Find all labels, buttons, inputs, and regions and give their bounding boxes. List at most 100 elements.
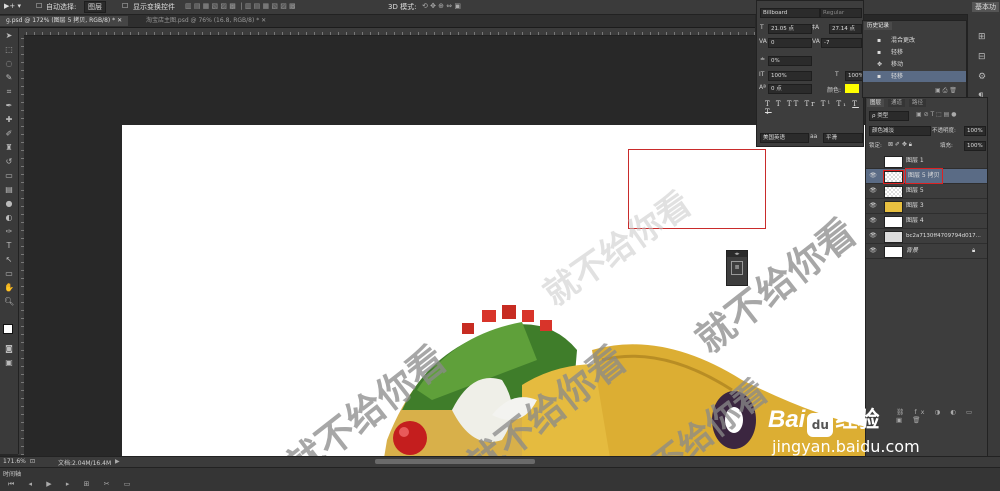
blur-tool-icon[interactable]: ● bbox=[4, 199, 14, 209]
screen-mode-icon[interactable]: ▣ bbox=[4, 358, 14, 368]
vertical-scale-field[interactable]: 100% bbox=[768, 71, 812, 81]
layer-row-selected[interactable]: 👁︎ 图层 5 拷贝 bbox=[866, 168, 987, 184]
timeline-controls[interactable]: ⏮ ◂ ▶ ▸ ⊞ ✂ ▭ bbox=[8, 480, 136, 489]
panel-icon[interactable]: ⊟ bbox=[978, 52, 986, 62]
floating-mini-panel[interactable]: ◂▸ ≣ bbox=[726, 250, 748, 286]
eye-icon[interactable]: 👁︎ bbox=[869, 172, 877, 180]
fill-field[interactable]: 100% bbox=[964, 141, 986, 151]
document-info: 文档:2.04M/16.4M bbox=[58, 460, 112, 467]
eye-icon[interactable]: 👁︎ bbox=[869, 187, 877, 195]
lasso-tool-icon[interactable]: ◌ bbox=[4, 59, 14, 69]
align-icons[interactable]: ▥ ▤ ▦ ▧ ▨ ▩ | ▥ ▤ ▦ ▧ ▨ ▩ bbox=[185, 2, 296, 10]
tab-layers[interactable]: 图层 bbox=[867, 99, 885, 107]
kerning-field[interactable]: 0 bbox=[768, 38, 812, 48]
workspace-switcher[interactable]: 基本功 bbox=[972, 2, 999, 12]
status-menu-icon[interactable]: ⊡ bbox=[30, 458, 35, 465]
layer-row[interactable]: 👁︎ 图层 3 bbox=[866, 199, 987, 214]
strikethrough-button[interactable]: T bbox=[765, 108, 772, 116]
text-style-icon[interactable]: ≣ bbox=[731, 261, 743, 275]
layer-list: 图层 1 👁︎ 图层 5 拷贝 👁︎ 图层 5 👁︎ 图层 3 👁︎ 图层 4 … bbox=[866, 154, 987, 264]
brush-tool-icon[interactable]: ✐ bbox=[4, 129, 14, 139]
baseline-shift-field[interactable]: 0 点 bbox=[768, 84, 812, 94]
move-tool-icon[interactable]: ▶+ ▾ bbox=[4, 2, 21, 10]
tab-label: ɡ.psd @ 172% (图层 5 拷贝, RGB/8) * bbox=[6, 17, 116, 24]
history-actions[interactable]: ▣ ⎙ 🗑︎ bbox=[935, 87, 957, 95]
faux-italic-button[interactable]: T bbox=[776, 100, 783, 108]
canvas-area[interactable]: 就不给你看 就不给你看 就不给你看 就不给你看 就不给你看 ◂▸ ≣ bbox=[25, 36, 865, 456]
panel-icon[interactable]: ⊞ bbox=[978, 32, 986, 42]
status-arrow-icon[interactable]: ▶ bbox=[115, 458, 120, 465]
blend-mode-dropdown[interactable]: 颜色减淡 bbox=[869, 126, 931, 136]
underline-button[interactable]: T bbox=[852, 100, 859, 108]
layer-row[interactable]: 👁︎ 背景 🔒︎ bbox=[866, 244, 987, 259]
layer-filter-dropdown[interactable]: ρ 类型 bbox=[869, 111, 909, 121]
type-tool-icon[interactable]: T bbox=[4, 241, 14, 251]
layer-filter-icons[interactable]: ▣ ⊘ T ⬚ ▤ ● bbox=[916, 111, 956, 118]
superscript-button[interactable]: T¹ bbox=[821, 100, 832, 108]
tracking-field[interactable]: -7 bbox=[821, 38, 862, 48]
zoom-level[interactable]: 171.6% bbox=[3, 458, 26, 465]
collapse-icon[interactable]: ◂▸ bbox=[727, 251, 747, 257]
tab-document-2[interactable]: 淘宝店主图.psd @ 76% (16.8, RGB/8) * ✕ bbox=[140, 16, 272, 26]
language-dropdown[interactable]: 美国英语 bbox=[760, 133, 809, 143]
quick-mask-icon[interactable]: ◙ bbox=[4, 344, 14, 354]
show-transform-checkbox[interactable]: ☐ bbox=[122, 2, 128, 10]
quick-select-tool-icon[interactable]: ✎ bbox=[4, 73, 14, 83]
eye-icon[interactable]: 👁︎ bbox=[869, 247, 877, 255]
small-caps-button[interactable]: Tr bbox=[805, 100, 817, 108]
font-style-dropdown[interactable]: Regular bbox=[820, 8, 862, 18]
history-item-current[interactable]: ▪ 轻移 bbox=[863, 71, 966, 82]
history-item[interactable]: ▪ 轻移 bbox=[863, 47, 963, 58]
marquee-tool-icon[interactable]: ⬚ bbox=[4, 45, 14, 55]
panel-icon[interactable]: ⚙ bbox=[978, 72, 986, 82]
zoom-tool-icon[interactable]: 🔍︎ bbox=[4, 297, 14, 307]
path-select-icon[interactable]: ↖ bbox=[4, 255, 14, 265]
document-canvas[interactable]: 就不给你看 就不给你看 就不给你看 就不给你看 就不给你看 bbox=[122, 125, 865, 456]
history-brush-icon[interactable]: ↺ bbox=[4, 157, 14, 167]
lock-icons[interactable]: ⊠ ✐ ✥ 🔒︎ bbox=[888, 141, 912, 149]
subscript-button[interactable]: T₁ bbox=[836, 100, 847, 108]
font-family-dropdown[interactable]: Billboard bbox=[760, 8, 820, 18]
antialias-dropdown[interactable]: 平滑 bbox=[823, 133, 863, 143]
gradient-tool-icon[interactable]: ▤ bbox=[4, 185, 14, 195]
style-buttons[interactable]: T T TT Tr T¹ T₁ T T bbox=[765, 100, 860, 116]
auto-select-checkbox[interactable]: ☐ bbox=[36, 2, 42, 10]
text-color-swatch[interactable] bbox=[845, 84, 859, 93]
eye-icon[interactable]: 👁︎ bbox=[869, 217, 877, 225]
layer-row[interactable]: 图层 1 bbox=[866, 154, 987, 169]
mode-3d-icons[interactable]: ⟲ ✥ ⊕ ⇔ ▣ bbox=[422, 2, 461, 10]
opacity-field[interactable]: 100% bbox=[964, 126, 986, 136]
history-item[interactable]: ✥ 移动 bbox=[863, 59, 963, 70]
tab-paths[interactable]: 路径 bbox=[909, 99, 927, 107]
visibility-toggle-empty[interactable] bbox=[869, 157, 877, 165]
faux-bold-button[interactable]: T bbox=[765, 100, 772, 108]
all-caps-button[interactable]: TT bbox=[787, 100, 800, 108]
crop-tool-icon[interactable]: ⌗ bbox=[4, 87, 14, 97]
eye-icon[interactable]: 👁︎ bbox=[869, 202, 877, 210]
layer-row[interactable]: 👁︎ bc2a7130ff4709794d017... bbox=[866, 229, 987, 244]
horizontal-scrollbar[interactable] bbox=[375, 459, 535, 464]
horizontal-scale-field[interactable]: 100% bbox=[845, 71, 864, 81]
leading-field[interactable]: 27.14 点 bbox=[829, 24, 862, 34]
pen-tool-icon[interactable]: ✑ bbox=[4, 227, 14, 237]
tsume-field[interactable]: 0% bbox=[768, 56, 812, 66]
eyedropper-tool-icon[interactable]: ✒ bbox=[4, 101, 14, 111]
history-item[interactable]: ▪ 混合更改 bbox=[863, 35, 963, 46]
font-size-field[interactable]: 21.05 点 bbox=[768, 24, 812, 34]
eye-icon[interactable]: 👁︎ bbox=[869, 232, 877, 240]
auto-select-dropdown[interactable]: 图层 bbox=[84, 1, 106, 13]
tools-panel: ➤ ⬚ ◌ ✎ ⌗ ✒ ✚ ✐ ♜ ↺ ▭ ▤ ● ◐ ✑ T ↖ ▭ ✋ 🔍︎… bbox=[0, 28, 19, 454]
eraser-tool-icon[interactable]: ▭ bbox=[4, 171, 14, 181]
hand-tool-icon[interactable]: ✋ bbox=[4, 283, 14, 293]
tab-document-1[interactable]: ɡ.psd @ 172% (图层 5 拷贝, RGB/8) * ✕ bbox=[0, 16, 129, 26]
layer-row[interactable]: 👁︎ 图层 4 bbox=[866, 214, 987, 229]
foreground-color-swatch[interactable] bbox=[3, 324, 13, 334]
dodge-tool-icon[interactable]: ◐ bbox=[4, 213, 14, 223]
healing-brush-icon[interactable]: ✚ bbox=[4, 115, 14, 125]
history-panel-title[interactable]: 历史记录 bbox=[864, 22, 893, 30]
move-tool-icon[interactable]: ➤ bbox=[4, 31, 14, 41]
layer-row[interactable]: 👁︎ 图层 5 bbox=[866, 184, 987, 199]
tab-channels[interactable]: 通道 bbox=[888, 99, 906, 107]
stamp-tool-icon[interactable]: ♜ bbox=[4, 143, 14, 153]
shape-tool-icon[interactable]: ▭ bbox=[4, 269, 14, 279]
